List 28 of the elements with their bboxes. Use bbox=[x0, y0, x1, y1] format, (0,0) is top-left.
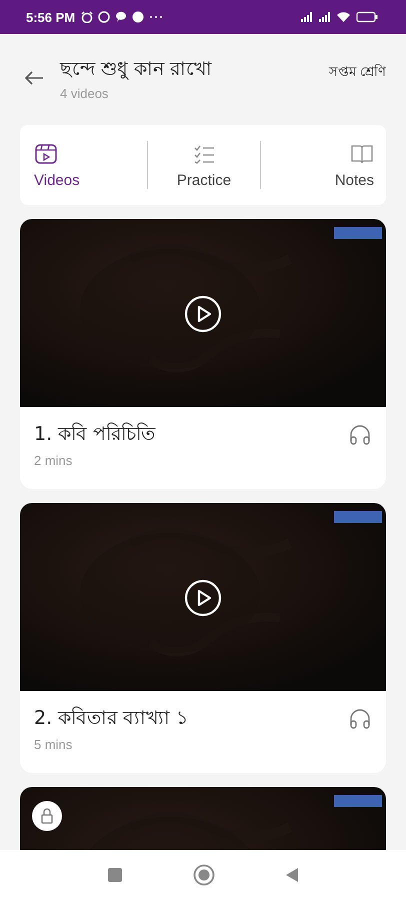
play-icon[interactable] bbox=[184, 579, 222, 617]
back-nav-icon[interactable] bbox=[285, 867, 299, 883]
back-icon[interactable] bbox=[24, 70, 44, 86]
signal-icon bbox=[300, 11, 313, 23]
page-title: ছন্দে শুধু কান রাখো bbox=[60, 57, 214, 82]
video-icon bbox=[34, 142, 58, 166]
video-title: 2. কবিতার ব্যাখ্যা ১ bbox=[34, 706, 190, 731]
play-icon[interactable] bbox=[184, 295, 222, 333]
video-duration: 2 mins bbox=[34, 453, 74, 468]
headphones-icon[interactable] bbox=[348, 707, 372, 731]
home-icon[interactable] bbox=[193, 864, 215, 886]
video-card[interactable]: 2. কবিতার ব্যাখ্যা ১ 5 mins bbox=[20, 503, 386, 773]
headphones-icon[interactable] bbox=[348, 423, 372, 447]
class-label: সপ্তম শ্রেণি bbox=[328, 63, 386, 82]
tab[interactable]: Videos bbox=[34, 142, 147, 188]
wifi-icon bbox=[336, 11, 351, 23]
video-title: 1. কবি পরিচিতি bbox=[34, 422, 156, 447]
video-count: 4 videos bbox=[60, 86, 110, 101]
battery-icon bbox=[356, 11, 378, 23]
video-card[interactable]: 1. কবি পরিচিতি 2 mins bbox=[20, 219, 386, 489]
alarm-icon bbox=[81, 11, 94, 23]
tab[interactable]: Notes bbox=[261, 142, 374, 188]
recents-icon[interactable] bbox=[107, 867, 123, 883]
message-icon bbox=[115, 11, 128, 23]
status-time: 5:56 PM bbox=[26, 10, 76, 24]
video-duration: 5 mins bbox=[34, 737, 74, 752]
signal-icon bbox=[318, 11, 331, 23]
tab[interactable]: Practice bbox=[148, 142, 260, 188]
